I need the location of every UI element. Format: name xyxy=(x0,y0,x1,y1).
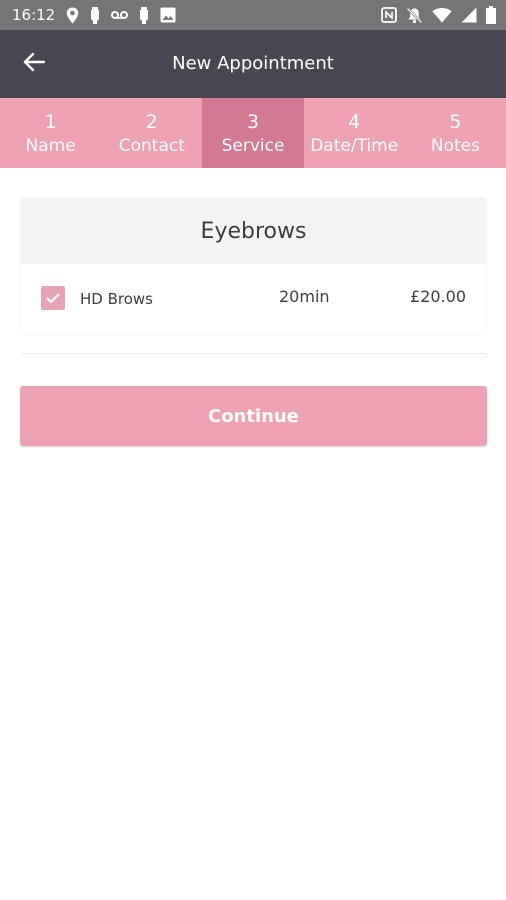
wifi-icon xyxy=(432,7,452,23)
continue-button[interactable]: Continue xyxy=(20,386,487,446)
notification-icon xyxy=(139,6,149,24)
step-tab-name[interactable]: 1 Name xyxy=(0,98,101,168)
service-price: £20.00 xyxy=(410,287,466,306)
status-bar: 16:12 xyxy=(0,0,506,30)
mute-icon xyxy=(406,7,423,24)
step-tabs: 1 Name 2 Contact 3 Service 4 Date/Time 5… xyxy=(0,98,506,168)
step-tab-date-time[interactable]: 4 Date/Time xyxy=(304,98,405,168)
step-number: 3 xyxy=(246,110,260,133)
image-icon xyxy=(160,7,176,23)
service-checkbox[interactable] xyxy=(41,286,65,310)
voicemail-icon xyxy=(111,10,128,20)
step-number: 2 xyxy=(145,110,158,133)
step-tab-notes[interactable]: 5 Notes xyxy=(405,98,506,168)
nfc-icon xyxy=(381,7,397,23)
service-category-card: Eyebrows HD Brows 20min £20.00 xyxy=(21,198,486,334)
arrow-left-icon xyxy=(23,52,46,76)
step-tab-contact[interactable]: 2 Contact xyxy=(101,98,202,168)
location-icon xyxy=(66,7,79,24)
status-left-icons xyxy=(66,6,176,24)
step-number: 5 xyxy=(449,110,462,133)
step-number: 4 xyxy=(348,110,361,133)
notification-icon xyxy=(90,6,100,24)
step-tab-service[interactable]: 3 Service xyxy=(202,98,304,168)
battery-icon xyxy=(486,6,496,24)
step-label: Name xyxy=(25,135,76,156)
category-title: Eyebrows xyxy=(21,198,486,264)
service-name: HD Brows xyxy=(80,290,153,308)
status-right-icons xyxy=(381,6,496,24)
app-bar: New Appointment xyxy=(0,30,506,98)
service-duration: 20min xyxy=(279,287,330,306)
check-icon xyxy=(46,289,60,308)
status-time: 16:12 xyxy=(12,6,56,24)
step-label: Service xyxy=(221,135,285,156)
page-title: New Appointment xyxy=(172,53,334,74)
step-label: Notes xyxy=(430,135,480,156)
step-label: Date/Time xyxy=(310,135,399,156)
service-row[interactable]: HD Brows 20min £20.00 xyxy=(21,264,486,334)
step-number: 1 xyxy=(44,110,57,133)
signal-icon xyxy=(461,7,477,23)
back-button[interactable] xyxy=(18,50,50,78)
divider xyxy=(21,353,486,354)
step-label: Contact xyxy=(118,135,185,156)
